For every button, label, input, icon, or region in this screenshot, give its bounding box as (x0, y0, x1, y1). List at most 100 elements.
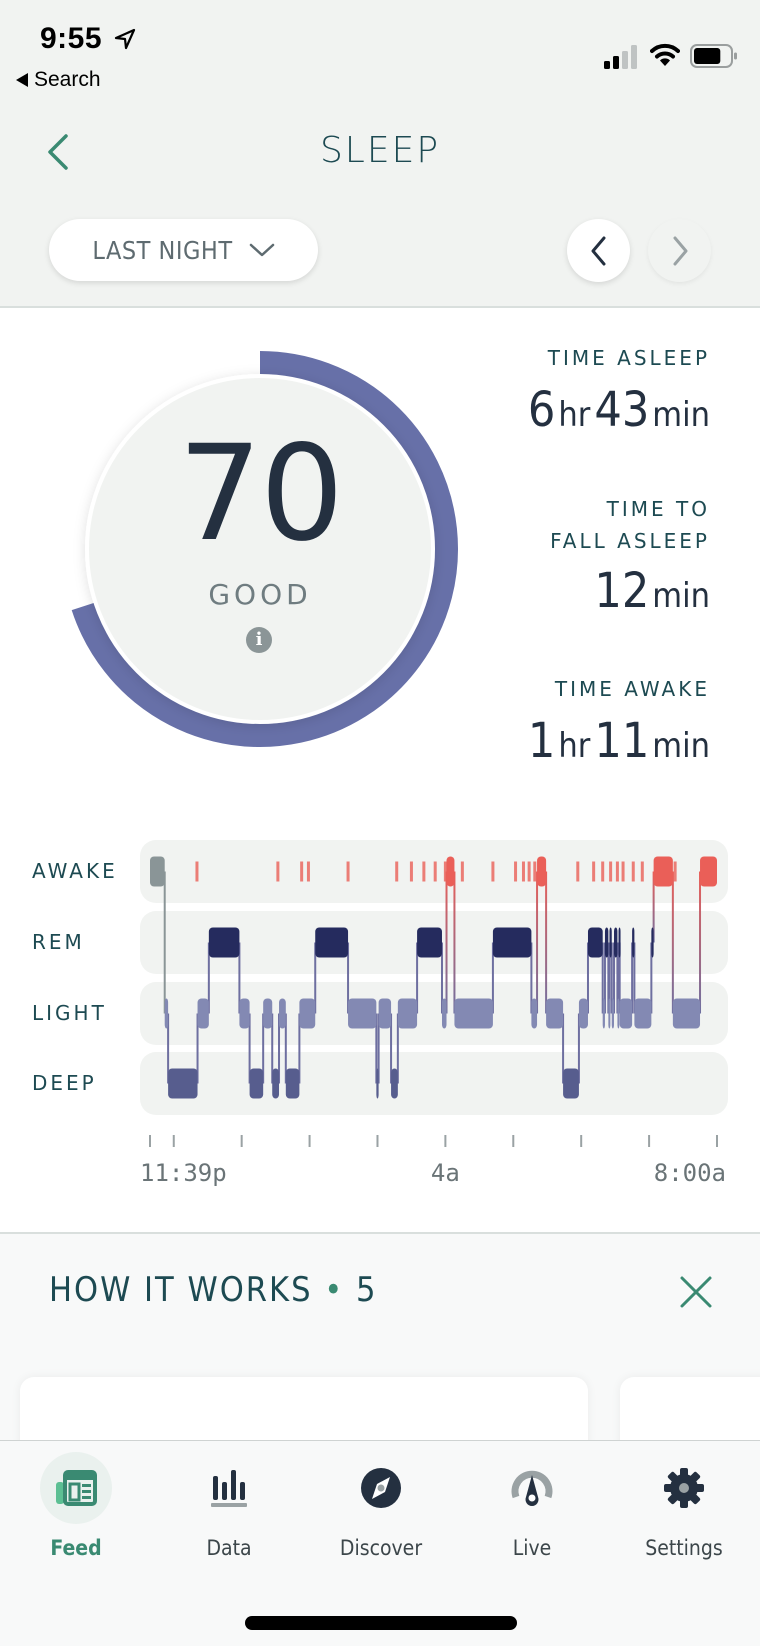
how-it-works-label: HOW IT WORKS (49, 1270, 313, 1310)
time-to-fall-asleep-value: 12min (594, 563, 710, 619)
axis-tick (716, 1135, 718, 1147)
time-to-fall-asleep-label: TIME TO FALL ASLEEP (550, 493, 710, 557)
brief-awakening-mark (300, 861, 304, 882)
how-it-works-title: HOW IT WORKS • 5 (49, 1270, 377, 1310)
axis-tick-label: 4a (431, 1159, 460, 1187)
time-asleep-label: TIME ASLEEP (547, 346, 710, 370)
back-to-search-label: Search (34, 68, 101, 91)
close-icon[interactable] (676, 1272, 716, 1312)
tab-settings[interactable]: Settings (614, 1452, 754, 1562)
back-to-search[interactable]: Search (16, 68, 101, 92)
stage-block-light (617, 998, 620, 1029)
axis-tick (512, 1135, 515, 1147)
label-line-1: TIME TO (606, 497, 710, 521)
battery-icon (690, 44, 737, 68)
stage-block-awake (150, 856, 165, 887)
brief-awakening-mark (609, 861, 613, 882)
newspaper-icon (56, 1470, 97, 1506)
stage-block-rem (315, 927, 349, 958)
sleep-score-value: 70 (178, 417, 344, 571)
brief-awakening-mark (409, 861, 413, 882)
brief-awakening-mark (533, 861, 537, 882)
time-asleep-value: 6hr43min (528, 382, 710, 438)
tab-label: Feed (50, 1536, 102, 1560)
time-awake-hours: 1 (527, 713, 556, 769)
stage-block-awake (537, 856, 547, 887)
axis-tick (444, 1135, 447, 1147)
stage-transition (536, 871, 539, 1014)
separator-dot: • (324, 1270, 345, 1310)
tab-label: Data (206, 1536, 252, 1560)
tab-data[interactable]: Data (159, 1452, 299, 1562)
gauge-icon (511, 1470, 553, 1506)
stage-block-light (531, 998, 538, 1029)
location-arrow-icon (114, 28, 136, 50)
stage-block-light (578, 998, 588, 1029)
stage-block-light (611, 998, 615, 1029)
stage-block-rem (651, 927, 654, 958)
stage-block-light (454, 998, 493, 1029)
next-day-button[interactable] (648, 219, 711, 282)
date-range-dropdown[interactable]: LAST NIGHT (49, 219, 318, 281)
stage-block-light (397, 998, 418, 1029)
brief-awakening-mark (514, 861, 518, 882)
stage-block-light (546, 998, 564, 1029)
stage-block-rem (417, 927, 442, 958)
brief-awakening-mark (460, 861, 464, 882)
brief-awakening-mark (433, 861, 437, 882)
wifi-icon (650, 43, 680, 66)
brief-awakening-mark (521, 861, 525, 882)
stage-block-deep (285, 1068, 300, 1099)
stage-block-light (672, 998, 701, 1029)
brief-awakening-mark (601, 861, 605, 882)
cellular-signal-icon (604, 45, 637, 69)
brief-awakening-mark (640, 861, 644, 882)
label-line-2: FALL ASLEEP (550, 529, 710, 553)
stage-block-deep (168, 1068, 198, 1099)
tab-label: Discover (339, 1536, 423, 1560)
brief-awakening-mark (592, 861, 596, 882)
stage-block-light (279, 998, 286, 1029)
stage-block-light (164, 998, 169, 1029)
axis-tick-label: 8:00a (654, 1159, 726, 1187)
stage-transition (445, 871, 448, 1014)
stage-transition (453, 871, 456, 1014)
axis-tick (172, 1135, 175, 1147)
info-icon[interactable]: i (246, 627, 272, 653)
previous-day-button[interactable] (567, 219, 630, 282)
bar-chart-icon (211, 1470, 247, 1507)
tab-live[interactable]: Live (462, 1452, 602, 1562)
hr-unit: hr (558, 395, 591, 435)
status-time: 9:55 (40, 22, 103, 55)
axis-tick (149, 1135, 151, 1147)
stage-block-deep (563, 1068, 579, 1099)
stage-block-light (441, 998, 447, 1029)
brief-awakening-mark (491, 861, 495, 882)
tab-feed[interactable]: Feed (6, 1452, 146, 1562)
brief-awakening-mark (443, 861, 447, 882)
axis-tick (648, 1135, 651, 1147)
tab-discover[interactable]: Discover (311, 1452, 451, 1562)
stage-block-rem (604, 927, 609, 958)
track-deep (140, 1052, 728, 1115)
brief-awakening-mark (621, 861, 625, 882)
brief-awakening-mark (306, 861, 310, 882)
chevron-left-icon (591, 236, 605, 265)
stage-block-rem (609, 927, 612, 958)
chevron-right-icon (673, 236, 687, 265)
sleep-stages-chart: 11:39p 4a 8:00a (140, 840, 728, 1187)
brief-awakening-mark (527, 861, 531, 882)
compass-icon (361, 1468, 401, 1508)
stage-block-awake (446, 856, 455, 887)
min-unit: min (652, 726, 710, 766)
stage-block-light (197, 998, 209, 1029)
stage-block-rem (208, 927, 240, 958)
home-indicator[interactable] (245, 1616, 517, 1630)
brief-awakening-mark (395, 861, 399, 882)
brief-awakening-mark (576, 861, 580, 882)
sleep-score-rating: GOOD (208, 578, 312, 611)
fall-asleep-minutes: 12 (594, 563, 650, 619)
stage-block-rem (492, 927, 532, 958)
stage-block-light (239, 998, 250, 1029)
stage-block-light (619, 998, 633, 1029)
